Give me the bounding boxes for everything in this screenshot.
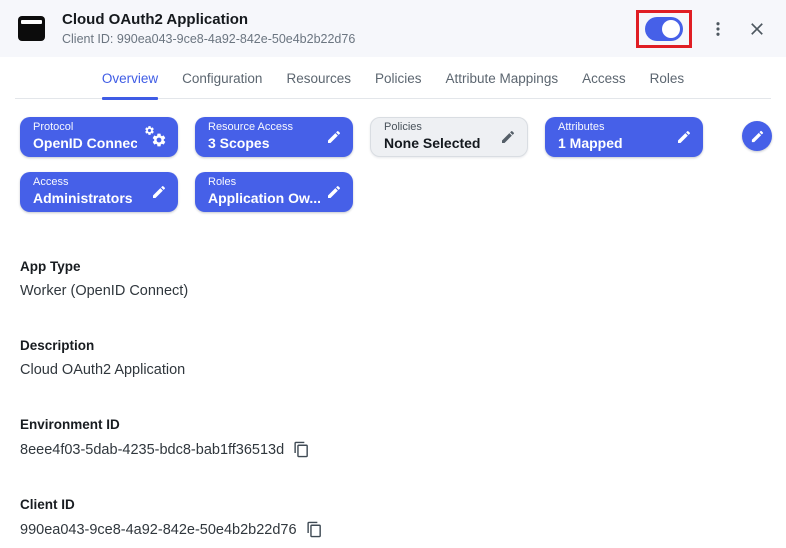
field-value: 990ea043-9ce8-4a92-842e-50e4b2b22d76 [20,522,297,538]
description-field: Description Cloud OAuth2 Application [20,338,766,378]
card-value: None Selected [384,135,494,153]
edit-profile-button[interactable] [742,121,772,151]
environment-id-field: Environment ID 8eee4f03-5dab-4235-bdc8-b… [20,417,766,458]
field-label: Description [20,338,766,353]
access-card[interactable]: Access Administrators [20,172,178,212]
enabled-toggle[interactable] [645,17,683,41]
card-text: Resource Access 3 Scopes [208,121,320,152]
tab-overview[interactable]: Overview [102,71,158,98]
client-id-subtitle: Client ID: 990ea043-9ce8-4a92-842e-50e4b… [62,32,355,47]
kebab-menu-icon[interactable] [705,16,731,42]
card-text: Attributes 1 Mapped [558,121,670,152]
policies-card[interactable]: Policies None Selected [370,117,528,157]
field-label: Environment ID [20,417,766,432]
field-value: 8eee4f03-5dab-4235-bdc8-bab1ff36513d [20,442,284,458]
field-value: Worker (OpenID Connect) [20,283,188,299]
client-id-field: Client ID 990ea043-9ce8-4a92-842e-50e4b2… [20,497,766,538]
close-icon[interactable] [744,16,770,42]
pencil-icon [676,129,692,145]
card-text: Protocol OpenID Connect [33,121,137,152]
card-value: Administrators [33,190,145,208]
card-label: Attributes [558,121,670,135]
card-label: Roles [208,176,320,190]
copy-icon[interactable] [306,521,323,538]
card-label: Access [33,176,145,190]
page-title: Cloud OAuth2 Application [62,11,355,29]
roles-card[interactable]: Roles Application Ow... [195,172,353,212]
tab-attribute-mappings[interactable]: Attribute Mappings [446,71,559,98]
cards-row-2: Access Administrators Roles Application … [20,172,772,212]
card-label: Protocol [33,121,137,135]
card-text: Access Administrators [33,176,145,207]
tab-resources[interactable]: Resources [286,71,351,98]
annotation-highlight [636,10,692,48]
attributes-card[interactable]: Attributes 1 Mapped [545,117,703,157]
header-controls [636,10,770,48]
tab-roles[interactable]: Roles [650,71,685,98]
resource-access-card[interactable]: Resource Access 3 Scopes [195,117,353,157]
card-label: Policies [384,121,494,135]
card-value: Application Ow... [208,190,320,208]
pencil-icon [151,184,167,200]
pencil-icon [326,129,342,145]
field-label: App Type [20,259,766,274]
pencil-icon [500,129,516,145]
protocol-card[interactable]: Protocol OpenID Connect [20,117,178,157]
field-value: Cloud OAuth2 Application [20,362,185,378]
gears-icon [143,124,167,150]
card-value: 3 Scopes [208,135,320,153]
tab-policies[interactable]: Policies [375,71,422,98]
cards-row-1: Protocol OpenID Connect Resource Access … [20,117,772,157]
panel-header: Cloud OAuth2 Application Client ID: 990e… [0,0,786,57]
card-value: 1 Mapped [558,135,670,153]
card-value: OpenID Connect [33,135,137,153]
pencil-icon [326,184,342,200]
app-type-field: App Type Worker (OpenID Connect) [20,259,766,299]
copy-icon[interactable] [293,441,310,458]
field-label: Client ID [20,497,766,512]
pencil-icon [750,129,765,144]
header-titles: Cloud OAuth2 Application Client ID: 990e… [62,11,355,47]
quick-action-cards: Protocol OpenID Connect Resource Access … [0,99,786,212]
tab-configuration[interactable]: Configuration [182,71,262,98]
detail-fields: App Type Worker (OpenID Connect) Descrip… [0,259,786,538]
toggle-knob [662,20,680,38]
card-label: Resource Access [208,121,320,135]
card-text: Roles Application Ow... [208,176,320,207]
tab-bar: Overview Configuration Resources Policie… [15,57,771,99]
application-icon [18,16,45,41]
tab-access[interactable]: Access [582,71,626,98]
card-text: Policies None Selected [384,121,494,152]
